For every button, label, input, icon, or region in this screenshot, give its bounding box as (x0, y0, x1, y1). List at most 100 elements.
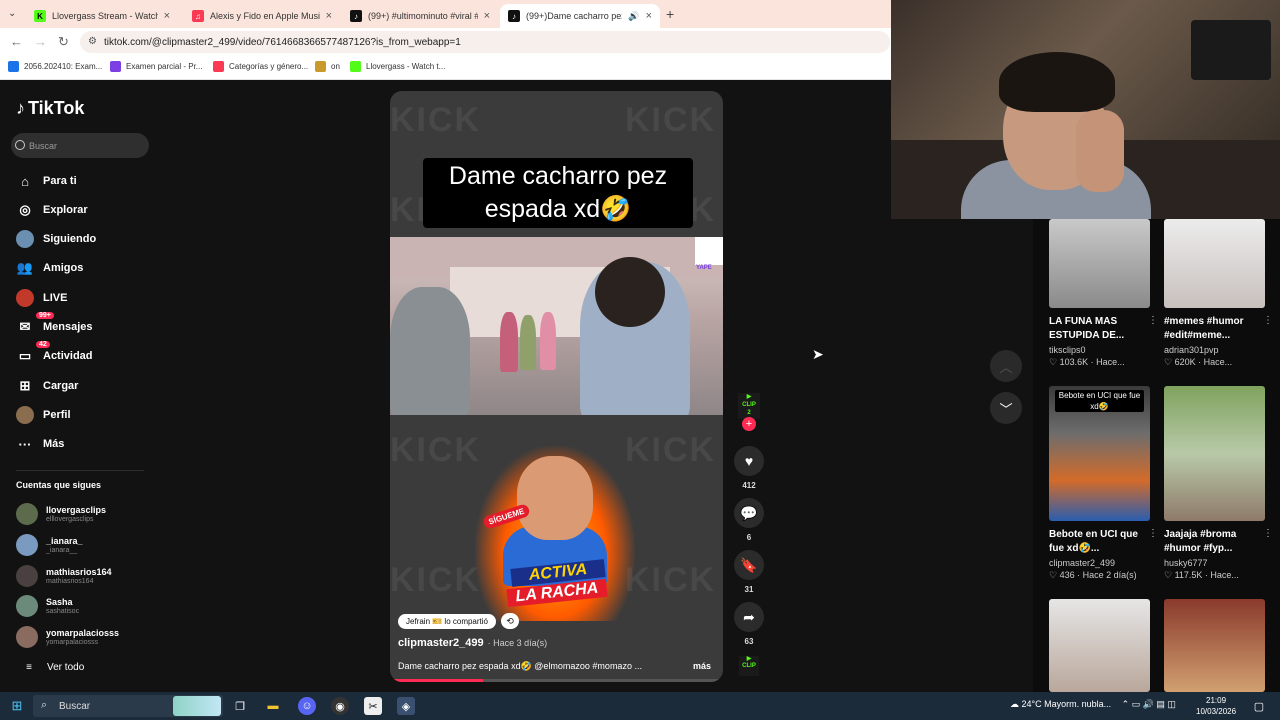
tab-title: Alexis y Fido en Apple Music (210, 11, 320, 21)
close-icon[interactable]: × (326, 10, 332, 22)
speaker-icon[interactable]: 🔊 (628, 11, 639, 22)
nav-explorar[interactable]: ◎ Explorar (16, 200, 87, 220)
shared-by-pill[interactable]: Jefrain 🎫 lo compartió (398, 613, 496, 629)
back-icon[interactable]: ← (10, 34, 23, 49)
kick-icon: K (34, 10, 46, 22)
search-input[interactable]: Buscar (11, 133, 149, 158)
taskbar-search[interactable]: ⌕ Buscar (33, 695, 223, 717)
nav-mensajes[interactable]: ✉ 99+ Mensajes (16, 312, 93, 337)
taskbar-search-label: Buscar (59, 700, 91, 712)
recommended-card[interactable] (1164, 599, 1265, 692)
url-field[interactable]: ⚙ tiktok.com/@clipmaster2_499/video/7614… (80, 31, 890, 53)
nav-actividad[interactable]: ▭ 42 Actividad (16, 341, 93, 366)
weather-text[interactable]: 24°C Mayorm. nubla... (1022, 699, 1112, 709)
tab-2[interactable]: ♫ Alexis y Fido en Apple Music × (184, 4, 340, 28)
recommended-card[interactable]: Jaajaja #broma #humor #fyp... husky6777 … (1164, 386, 1273, 581)
person (390, 287, 470, 415)
account-name: _ianara_ (46, 535, 83, 546)
more-options-icon[interactable]: ⋮ (1263, 315, 1273, 326)
close-icon[interactable]: × (484, 10, 490, 22)
bookmark[interactable]: 2056.202410: Exam... (8, 61, 102, 72)
tray-icons[interactable]: ⌃ ▭ 🔊 ▤ ◫ (1122, 699, 1176, 709)
recommended-card[interactable]: LA FUNA MAS ESTUPIDA DE... tiksclips0 ♡ … (1049, 219, 1158, 368)
capcut-icon[interactable]: ✂ (364, 697, 382, 715)
nav-live[interactable]: LIVE (16, 288, 67, 308)
weather-icon[interactable]: ☁ (1010, 699, 1022, 709)
card-user[interactable]: clipmaster2_499 (1049, 558, 1150, 568)
creator-avatar[interactable]: ▶ CLIP 2 + (733, 393, 765, 431)
following-account[interactable]: llovergasclips elllovergasclips (16, 503, 106, 525)
notifications-icon[interactable]: ▢ (1250, 697, 1268, 715)
card-user[interactable]: husky6777 (1164, 558, 1265, 568)
following-account[interactable]: _ianara_ _ianara__ (16, 534, 83, 556)
tab-4-active[interactable]: ♪ (99+)Dame cacharro pez es... 🔊 × (500, 4, 660, 28)
next-video-button[interactable]: ﹀ (990, 392, 1022, 424)
video-progress-bar[interactable] (390, 679, 723, 682)
see-all-button[interactable]: ≡ Ver todo (20, 657, 84, 677)
site-info-icon[interactable]: ⚙ (88, 36, 97, 47)
video-thumbnail[interactable] (1164, 219, 1265, 308)
recommended-card[interactable] (1049, 599, 1150, 692)
person (500, 312, 518, 372)
close-icon[interactable]: × (646, 10, 652, 22)
video-author[interactable]: clipmaster2_499 · Hace 3 día(s) (398, 637, 547, 649)
more-options-icon[interactable]: ⋮ (1148, 528, 1158, 539)
close-icon[interactable]: × (164, 10, 170, 22)
reload-icon[interactable]: ↻ (58, 34, 69, 50)
bookmark[interactable]: Llovergass - Watch t... (350, 61, 445, 72)
video-thumbnail[interactable] (1164, 386, 1265, 521)
comment-button[interactable]: 💬 6 (733, 498, 765, 542)
windows-start-icon[interactable]: ⊞ (8, 697, 26, 715)
bookmark[interactable]: Examen parcial - Pr... (110, 61, 202, 72)
more-options-icon[interactable]: ⋮ (1263, 528, 1273, 539)
nav-cargar[interactable]: ⊞ Cargar (16, 376, 79, 396)
recommended-card[interactable]: #memes #humor #edit#meme... adrian301pvp… (1164, 219, 1273, 368)
tab-list-chevron-icon[interactable]: ⌄ (8, 8, 16, 19)
nav-siguiendo[interactable]: Siguiendo (16, 229, 96, 249)
like-button[interactable]: ♥ 412 (733, 446, 765, 490)
tiktok-logo[interactable]: ♪ TikTok (16, 98, 84, 119)
video-thumbnail[interactable] (1049, 599, 1150, 692)
nav-mas[interactable]: ··· Más (16, 434, 65, 454)
card-user[interactable]: adrian301pvp (1164, 345, 1265, 355)
more-options-icon[interactable]: ⋮ (1148, 315, 1158, 326)
video-thumbnail[interactable]: Bebote en UCI que fue xd🤣 (1049, 386, 1150, 521)
nav-para-ti[interactable]: ⌂ Para ti (16, 171, 77, 191)
new-tab-button[interactable]: + (666, 6, 674, 22)
tab-title: (99+) #ultimominuto #viral #ki... (368, 11, 478, 21)
sound-disc[interactable]: ▶ CLIP (733, 656, 765, 676)
tab-3[interactable]: ♪ (99+) #ultimominuto #viral #ki... × (342, 4, 498, 28)
nav-amigos[interactable]: 👥 Amigos (16, 258, 83, 278)
file-explorer-icon[interactable]: ▬ (264, 697, 282, 715)
video-thumbnail[interactable] (1049, 219, 1150, 308)
tab-1[interactable]: K Llovergass Stream - Watch Live × (26, 4, 178, 28)
search-placeholder: Buscar (29, 140, 58, 151)
author-name[interactable]: clipmaster2_499 (398, 637, 484, 649)
previous-video-button[interactable]: ︿ (990, 350, 1022, 382)
account-handle: mathiasrios164 (46, 577, 94, 585)
repost-icon[interactable]: ⟲ (501, 613, 519, 629)
follow-plus-icon[interactable]: + (742, 417, 756, 431)
caption-more-button[interactable]: más (693, 661, 711, 671)
tiktok-icon: ♪ (508, 10, 520, 22)
account-handle: sashatisoc (46, 607, 80, 615)
taskbar-clock[interactable]: 21:09 10/03/2026 (1196, 695, 1236, 717)
obs-icon[interactable]: ◉ (331, 697, 349, 715)
nav-perfil[interactable]: Perfil (16, 405, 71, 425)
card-user[interactable]: tiksclips0 (1049, 345, 1150, 355)
task-view-icon[interactable]: ❐ (231, 697, 249, 715)
chrome-active-icon[interactable]: ◈ (397, 697, 415, 715)
discord-icon[interactable]: ☺ (298, 697, 316, 715)
video-thumbnail[interactable] (1164, 599, 1265, 692)
following-account[interactable]: mathiasrios164 mathiasrios164 (16, 565, 112, 587)
forward-icon[interactable]: → (34, 34, 47, 49)
bookmark[interactable]: Categorías y género... (213, 61, 308, 72)
bookmark[interactable]: on (315, 61, 340, 72)
save-button[interactable]: 🔖 31 (733, 550, 765, 594)
share-button[interactable]: ➦ 63 (733, 602, 765, 646)
following-account[interactable]: yomarpalaciosss yomarpalaciosss (16, 626, 119, 648)
recommended-card[interactable]: Bebote en UCI que fue xd🤣 Bebote en UCI … (1049, 386, 1158, 581)
video-player[interactable]: KICK KICK KICK KICK KICK KICK KICK KICK … (390, 91, 723, 682)
following-account[interactable]: Sasha sashatisoc (16, 595, 79, 617)
search-icon (15, 140, 25, 150)
